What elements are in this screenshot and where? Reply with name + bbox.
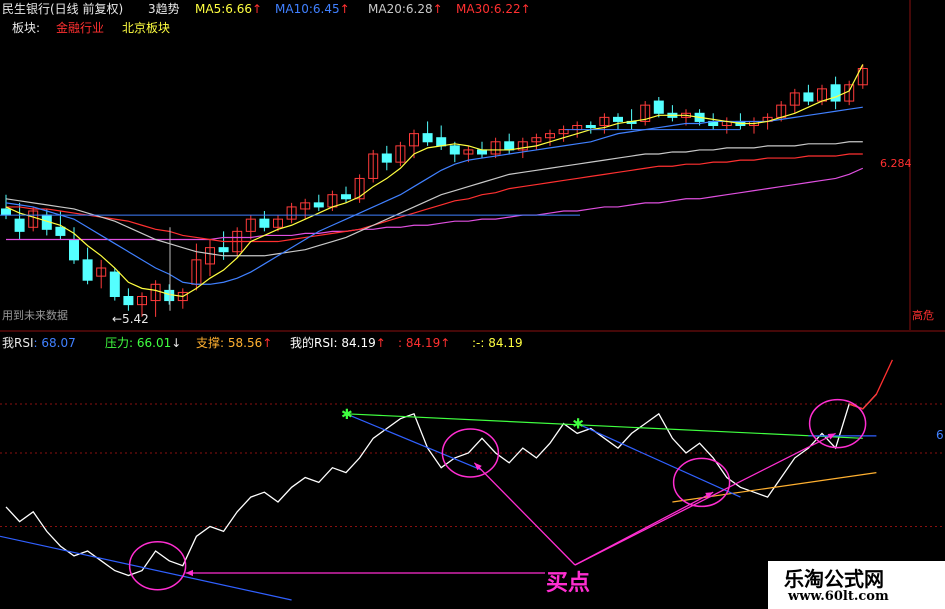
candle-body <box>803 92 814 102</box>
future-data-label: 用到未来数据 <box>2 309 68 322</box>
ma10-line <box>5 106 863 285</box>
rsi-grid <box>0 403 945 527</box>
ma30-label: MA30:6.22↑ <box>456 2 531 16</box>
candle-body <box>82 259 93 281</box>
indicator-name: 3趋势 <box>148 2 180 16</box>
buy-point-circle <box>672 457 731 508</box>
candles <box>1 64 868 317</box>
rsi-item-red: : 84.19↑ <box>398 336 451 350</box>
candle-body <box>422 133 433 143</box>
ma20-line <box>5 141 863 257</box>
chart-canvas: ✱✱ <box>0 0 945 601</box>
candle-body <box>613 116 623 122</box>
candle-body <box>504 141 515 151</box>
candle-body <box>830 84 841 102</box>
candle-body <box>69 239 79 261</box>
rsi-item-yellow: :-: 84.19 <box>472 336 523 350</box>
candle-body <box>585 125 596 129</box>
candle-body <box>109 271 120 298</box>
downtrend-line-3 <box>576 423 741 498</box>
rsi-panel: ✱✱ <box>0 359 893 601</box>
watermark-title: 乐淘公式网 <box>784 567 884 591</box>
rsi-item-my-rsi-2: 我的RSI: 84.19↑ <box>290 336 386 350</box>
candle-body <box>436 137 447 147</box>
ma5-label: MA5:6.66↑ <box>195 2 263 16</box>
candle-body <box>14 218 25 232</box>
right-edge-label: 高危 <box>912 309 934 322</box>
buy-arrow-line <box>473 462 576 566</box>
pressure-line <box>345 413 863 439</box>
peak-star-marker: ✱ <box>341 407 353 423</box>
low-price-label: ←5.42 <box>112 312 149 326</box>
peak-star-marker: ✱ <box>572 417 584 433</box>
watermark: 乐淘公式网 www.60lt.com <box>768 561 945 609</box>
moving-averages <box>0 64 864 311</box>
ma5-line <box>5 64 864 298</box>
candle-body <box>55 226 66 236</box>
candle-body <box>313 202 324 208</box>
downtrend-line-2 <box>345 413 483 471</box>
rsi-item-my-rsi: 我RSI: 68.07 <box>2 336 76 350</box>
candle-body <box>218 247 229 253</box>
buy-point-label: 买点 <box>546 571 591 596</box>
buy-arrow-head <box>185 569 193 577</box>
candle-body <box>381 153 392 163</box>
rsi-hot-line <box>848 359 893 410</box>
candle-body <box>259 218 270 228</box>
ma20-label: MA20:6.28↑ <box>368 2 443 16</box>
downtrend-line-1 <box>0 535 292 601</box>
candle-body <box>477 149 487 155</box>
long-ma-line <box>6 167 864 241</box>
rsi-right-value: 6 <box>936 428 944 442</box>
buy-point-circle <box>128 540 187 591</box>
watermark-url: www.60lt.com <box>788 589 889 604</box>
rsi-item-pressure: 压力: 66.01↓ <box>105 336 182 350</box>
right-price-label: 6.284 <box>880 157 912 170</box>
candle-body <box>1 208 11 216</box>
candle-body <box>341 194 351 200</box>
rsi-line <box>5 393 877 577</box>
candle-body <box>653 100 664 114</box>
sector-finance[interactable]: 金融行业 <box>56 21 104 35</box>
sector-label: 板块: <box>12 21 41 35</box>
candle-body <box>123 296 134 306</box>
sector-beijing[interactable]: 北京板块 <box>122 21 170 35</box>
rsi-item-support: 支撑: 58.56↑ <box>196 336 273 350</box>
ma10-label: MA10:6.45↑ <box>275 2 350 16</box>
stock-title: 民生银行(日线 前复权) <box>2 2 124 16</box>
candle-body <box>449 145 460 155</box>
